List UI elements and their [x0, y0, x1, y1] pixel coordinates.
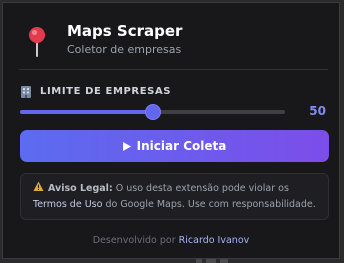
- background-window-fragment: [196, 259, 228, 263]
- warning-title: Aviso Legal:: [48, 183, 113, 194]
- play-icon: [122, 141, 131, 151]
- warning-text-after: do Google Maps. Use com responsabilidade…: [105, 199, 316, 210]
- warning-text-before: O uso desta extensão pode violar os: [115, 183, 289, 194]
- building-icon: [21, 85, 31, 98]
- warning-icon: [33, 181, 44, 191]
- footer-prefix: Desenvolvido por: [92, 235, 176, 246]
- slider-fill: [20, 110, 153, 114]
- legal-warning: Aviso Legal: O uso desta extensão pode v…: [20, 173, 329, 220]
- app-subtitle: Coletor de empresas: [67, 43, 182, 56]
- limit-slider[interactable]: [20, 103, 285, 121]
- footer: Desenvolvido por Ricardo Ivanov: [3, 235, 339, 246]
- header-divider: [19, 69, 328, 70]
- pushpin-icon: [29, 27, 45, 57]
- extension-popup: Maps Scraper Coletor de empresas LIMITE …: [2, 2, 340, 259]
- start-button-label: Iniciar Coleta: [136, 139, 227, 153]
- app-title: Maps Scraper: [67, 22, 183, 40]
- limit-label-row: LIMITE DE EMPRESAS: [20, 83, 171, 99]
- slider-thumb[interactable]: [145, 105, 160, 119]
- start-collection-button[interactable]: Iniciar Coleta: [20, 130, 329, 162]
- terms-link[interactable]: Termos de Uso: [33, 199, 102, 210]
- limit-value: 50: [309, 104, 326, 118]
- author-link[interactable]: Ricardo Ivanov: [179, 235, 250, 246]
- limit-label: LIMITE DE EMPRESAS: [40, 85, 172, 97]
- header: Maps Scraper Coletor de empresas: [3, 3, 339, 69]
